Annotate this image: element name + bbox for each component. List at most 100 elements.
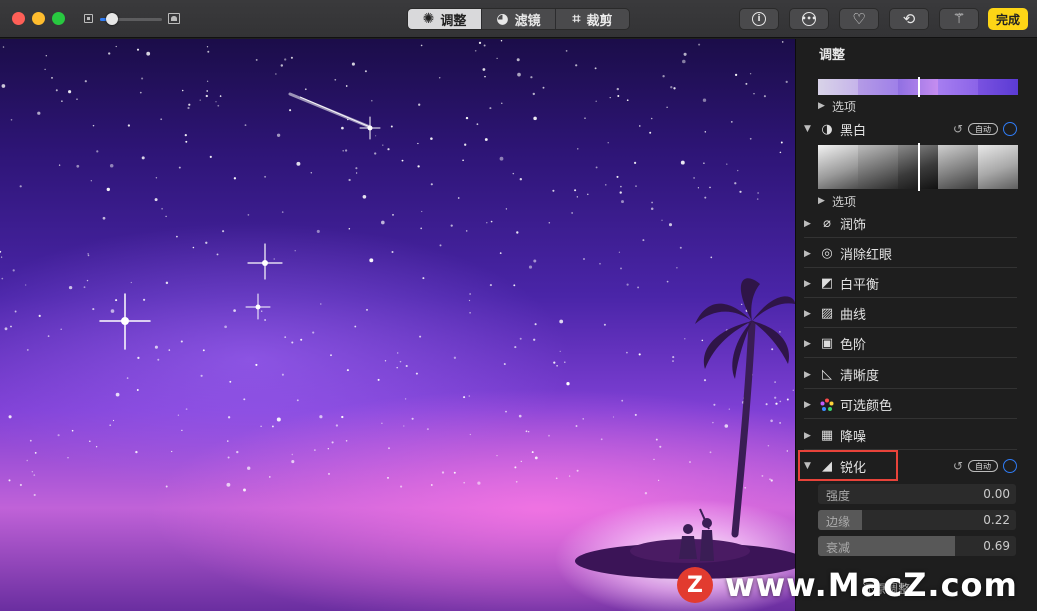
star [346,369,349,372]
sharpen-falloff-slider[interactable]: 衰减 0.69 [818,536,1016,556]
star [130,281,132,284]
light-options-toggle[interactable]: ▶ 选项 [818,98,856,114]
star [396,352,399,354]
star [335,424,339,427]
section-curves[interactable]: ▶ ▨ 曲线 [804,300,1017,328]
star [419,335,422,338]
zoom-out-icon[interactable] [84,14,93,23]
star [102,216,106,220]
star [703,379,707,382]
sharpen-edges-slider[interactable]: 边缘 0.22 [818,510,1016,530]
star [704,131,707,133]
section-noise-reduction[interactable]: ▶ ▦ 降噪 [804,422,1017,450]
star [713,403,716,406]
zoom-slider-knob[interactable] [106,13,119,25]
section-sharpen[interactable]: ▼ ◢ 锐化 ↺ 自动 [804,452,1017,480]
star [474,50,477,52]
undo-icon[interactable]: ↺ [953,459,963,473]
star [439,244,442,247]
star [375,135,377,137]
star [555,477,558,480]
star [280,64,284,67]
star [417,142,419,145]
auto-button[interactable]: 自动 [968,123,998,135]
star [10,325,12,328]
star [666,280,669,283]
star [500,39,503,42]
star [771,348,774,351]
star [8,415,12,419]
done-button[interactable]: 完成 [988,8,1028,30]
section-red-eye[interactable]: ▶ ◎ 消除红眼 [804,240,1017,268]
star [290,56,293,59]
section-retouch[interactable]: ▶ ⌀ 润饰 [804,210,1017,238]
minimize-window-button[interactable] [32,12,45,25]
zoom-slider[interactable] [100,13,162,25]
tab-crop[interactable]: ⌗ 裁剪 [556,9,629,29]
undo-icon[interactable]: ↺ [953,122,963,136]
section-white-balance[interactable]: ▶ ◩ 白平衡 [804,270,1017,298]
star [779,151,782,154]
star [518,414,522,418]
tab-adjust[interactable]: ✺ 调整 [408,9,482,29]
star [600,438,603,441]
star [709,451,712,454]
photo-canvas[interactable] [0,39,795,611]
zoom-in-icon[interactable] [168,13,180,24]
star [371,99,373,102]
star [165,215,167,218]
star [505,208,508,210]
star [355,172,358,174]
star [583,258,585,260]
section-levels[interactable]: ▶ ▣ 色阶 [804,330,1017,358]
rotate-button[interactable]: ⟲ [889,8,929,30]
star [457,197,460,199]
tab-filters[interactable]: ◕ 滤镜 [482,9,556,29]
star [222,230,225,233]
star [609,96,611,99]
star [227,416,231,419]
star [127,124,131,127]
star [89,440,91,442]
star [499,156,504,161]
section-selective-color[interactable]: ▶ 可选颜色 [804,391,1017,419]
light-preview-marker[interactable] [918,77,920,97]
star [703,162,705,165]
star [734,73,738,77]
star [415,372,418,375]
star [92,308,95,311]
slider-value: 0.00 [983,487,1010,501]
star [469,433,471,436]
star [126,377,129,379]
star [515,480,518,483]
bw-options-toggle[interactable]: ▶ 选项 [818,193,856,209]
enable-toggle[interactable] [1003,122,1017,136]
watermark-text: www.MacZ.com [725,566,1018,604]
star [490,220,493,223]
close-window-button[interactable] [12,12,25,25]
dial-icon: ✺ [422,11,435,27]
sharpen-intensity-slider[interactable]: 强度 0.00 [818,484,1016,504]
star [171,450,173,453]
enable-toggle[interactable] [1003,459,1017,473]
star [530,76,533,79]
info-button[interactable]: i [739,8,779,30]
fullscreen-window-button[interactable] [52,12,65,25]
crop-icon: ⌗ [572,11,581,27]
star [595,100,597,103]
star [26,459,28,462]
star [468,395,471,397]
star [115,392,120,397]
white-balance-icon: ◩ [820,276,834,291]
star [520,460,522,463]
star [484,138,488,141]
auto-button[interactable]: 自动 [968,460,998,472]
star [108,52,111,55]
favorite-button[interactable]: ♡ [839,8,879,30]
section-black-white[interactable]: ▼ ◑ 黑白 ↺ 自动 [804,115,1017,143]
bw-preview-marker[interactable] [918,143,920,191]
more-button[interactable]: ••• [789,8,829,30]
auto-enhance-button[interactable]: ⚚ [939,8,979,30]
section-definition[interactable]: ▶ ◺ 清晰度 [804,361,1017,389]
watermark: Z www.MacZ.com [677,566,1018,604]
